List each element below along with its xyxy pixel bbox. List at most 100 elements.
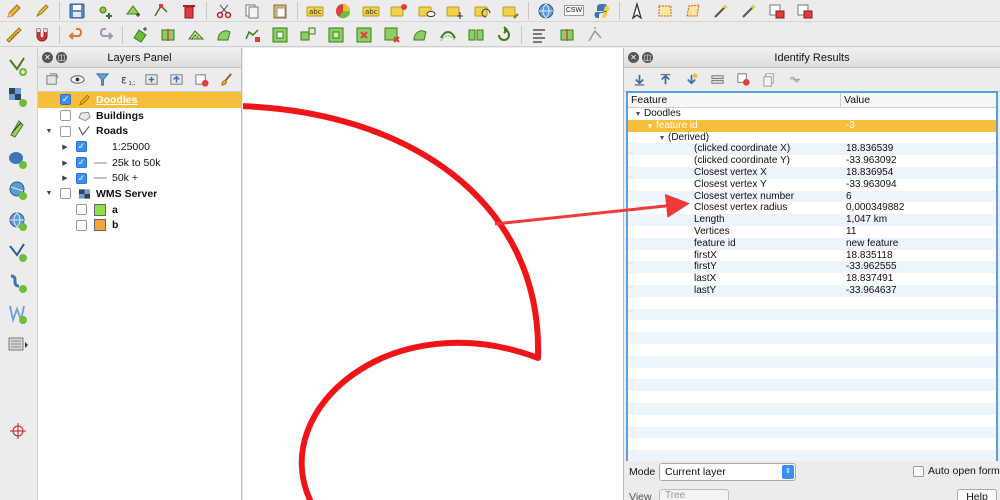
collapse-arrow-icon[interactable]: ▼ [44,128,54,135]
add-delimited-icon[interactable] [3,115,33,141]
close-icon[interactable]: ✕ [42,52,53,63]
expand-arrow-icon[interactable]: ▶ [60,159,70,167]
layer-item[interactable]: ▶ ✓ 50k + [38,170,241,186]
offset-curve-icon[interactable] [436,25,460,45]
float-icon[interactable]: ◫ [642,52,653,63]
split-icon[interactable] [555,25,579,45]
layer-visibility-checkbox[interactable]: ✓ [76,172,87,184]
collapse-arrow-icon[interactable]: ▼ [44,190,54,197]
gps-icon[interactable] [625,1,649,21]
add-line-icon[interactable] [3,301,33,327]
crosshair-icon[interactable] [3,418,33,444]
select-extra-icon[interactable] [765,1,789,21]
edit-icon[interactable] [30,1,54,21]
delete-icon[interactable] [177,1,201,21]
layer-item[interactable]: b [38,218,241,234]
fill-ring-icon[interactable] [324,25,348,45]
float-icon[interactable]: ◫ [56,52,67,63]
layer-visibility-checkbox[interactable]: ✓ [60,94,71,106]
label-change-icon[interactable] [499,1,523,21]
select-rect-icon[interactable] [653,1,677,21]
layer-item[interactable]: ▶ ✓ 1:25000 [38,139,241,155]
collapse-arrow-icon[interactable]: ▼ [632,109,644,120]
add-raster-icon[interactable] [3,84,33,110]
open-styling-icon[interactable] [42,70,63,90]
result-row[interactable]: ▼ Doodles [628,108,996,120]
globe-icon[interactable] [534,1,558,21]
wand-icon[interactable] [709,1,733,21]
expand-arrow-icon[interactable]: ▶ [60,143,70,151]
layer-item[interactable]: ✓ Doodles [38,92,241,108]
result-row[interactable]: Closest vertex radius 0,000349882 [628,202,996,214]
label-abc-icon[interactable]: abc [359,1,383,21]
pencil-icon[interactable] [2,1,26,21]
move-feature-icon[interactable] [121,1,145,21]
expand-new-icon[interactable] [680,70,702,90]
select-extra-icon[interactable] [793,1,817,21]
reshape-icon[interactable] [212,25,236,45]
result-row[interactable]: feature id new feature [628,237,996,250]
layer-visibility-checkbox[interactable]: ✓ [76,141,87,153]
collapse-tree-icon[interactable] [654,70,676,90]
expand-tree-icon[interactable] [628,70,650,90]
split-parts-icon[interactable] [464,25,488,45]
magnet-icon[interactable] [30,25,54,45]
result-row[interactable]: Closest vertex Y -33.963094 [628,179,996,191]
undo-icon[interactable] [65,25,89,45]
node-tool-icon[interactable] [149,1,173,21]
clear-results-icon[interactable] [706,70,728,90]
add-postgis-icon[interactable] [3,146,33,172]
label-rotate-icon[interactable] [471,1,495,21]
auto-open-form-option[interactable]: Auto open form [913,465,1000,477]
result-row[interactable]: (clicked coordinate X) 18.836539 [628,143,996,156]
cut-icon[interactable] [212,1,236,21]
wand-icon[interactable] [737,1,761,21]
add-vector-icon[interactable] [3,53,33,79]
select-polygon-icon[interactable] [681,1,705,21]
result-row[interactable]: lastY -33.964637 [628,284,996,297]
column-header-value[interactable]: Value [841,93,870,107]
diagram-icon[interactable] [331,1,355,21]
collapse-arrow-icon[interactable]: ▼ [656,133,668,144]
add-part-icon[interactable] [296,25,320,45]
node-icon[interactable] [583,25,607,45]
reshape-icon[interactable] [408,25,432,45]
layer-visibility-checkbox[interactable] [60,188,71,200]
add-point-icon[interactable] [93,1,117,21]
layer-item[interactable]: a [38,202,241,218]
column-header-feature[interactable]: Feature [628,93,841,107]
delete-part-icon[interactable] [380,25,404,45]
add-gpx-icon[interactable] [3,332,33,358]
result-row[interactable]: firstX 18.835118 [628,250,996,262]
result-row[interactable]: Closest vertex X 18.836954 [628,166,996,179]
rotate-icon[interactable] [492,25,516,45]
layer-visibility-checkbox[interactable]: ✓ [76,157,87,169]
collapse-all-icon[interactable] [166,70,187,90]
map-canvas[interactable] [243,48,623,500]
add-wms-icon[interactable] [3,208,33,234]
pin-icon[interactable] [387,1,411,21]
layer-visibility-checkbox[interactable] [76,219,87,231]
close-icon[interactable]: ✕ [628,52,639,63]
view-select[interactable]: Tree [659,489,729,500]
result-row[interactable]: lastX 18.837491 [628,273,996,285]
layer-item[interactable]: ▼ WMS Server [38,186,241,202]
layer-item[interactable]: ▶ ✓ 25k to 50k [38,155,241,171]
copy-features-icon[interactable] [758,70,780,90]
align-icon[interactable] [527,25,551,45]
simplify-icon[interactable] [240,25,264,45]
expand-all-icon[interactable] [142,70,163,90]
result-row[interactable]: (clicked coordinate Y) -33.963092 [628,155,996,167]
collapse-arrow-icon[interactable]: ▼ [644,121,656,132]
result-row[interactable]: Closest vertex number 6 [628,190,996,203]
auto-open-form-checkbox[interactable] [913,465,924,477]
add-ring-icon[interactable] [268,25,292,45]
redo-icon[interactable] [93,25,117,45]
help-button[interactable]: Help [957,489,997,500]
save-icon[interactable] [65,1,89,21]
print-link-icon[interactable] [784,70,806,90]
add-spatialite-icon[interactable] [3,177,33,203]
python-icon[interactable] [590,1,614,21]
ruler-icon[interactable] [2,25,26,45]
label-abc-icon[interactable]: abc [303,1,327,21]
